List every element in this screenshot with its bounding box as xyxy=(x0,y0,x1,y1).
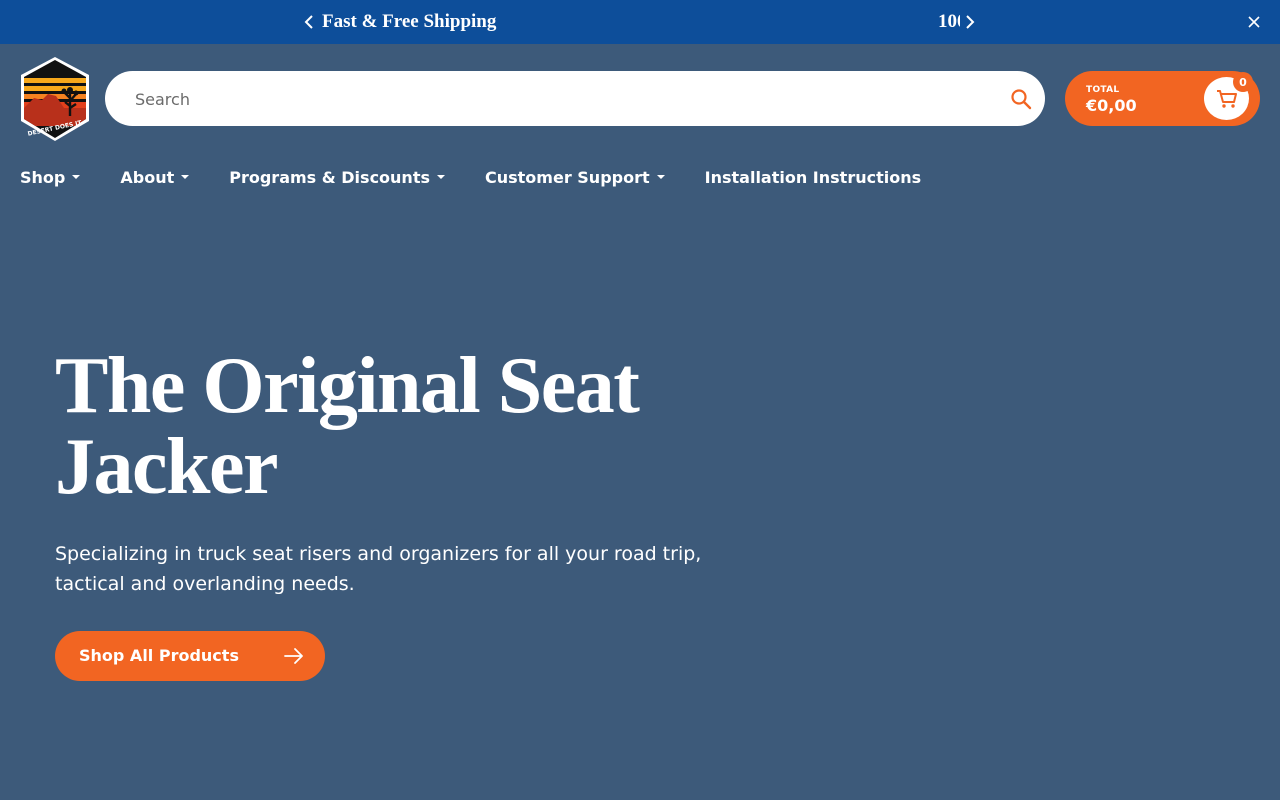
nav-item-label: About xyxy=(120,167,175,187)
cart-button[interactable]: TOTAL €0,00 0 xyxy=(1065,71,1260,126)
chevron-right-icon[interactable] xyxy=(960,12,980,32)
nav-item-programs-discounts[interactable]: Programs & Discounts xyxy=(229,168,445,187)
nav-item-label: Shop xyxy=(20,167,66,187)
nav-item-about[interactable]: About xyxy=(120,167,190,187)
nav-item-shop[interactable]: Shop xyxy=(20,167,81,187)
nav-item-label: Customer Support xyxy=(485,167,650,187)
nav-item-label: Installation Instructions xyxy=(704,167,922,187)
announcement-message: Fast & Free Shipping xyxy=(322,11,497,32)
caret-down-icon xyxy=(656,175,665,179)
caret-down-icon xyxy=(437,175,445,179)
hero-subtitle: Specializing in truck seat risers and or… xyxy=(55,543,702,595)
caret-down-icon xyxy=(181,175,190,179)
shop-all-products-button[interactable]: Shop All Products xyxy=(55,631,325,681)
announcement-message-next: 100 xyxy=(938,11,960,32)
main-nav: Shop About Programs & Discounts Customer… xyxy=(20,166,961,188)
cta-label: Shop All Products xyxy=(79,646,239,665)
search-input[interactable] xyxy=(133,71,997,128)
announcement-bar: Fast & Free Shipping 100 xyxy=(0,0,1280,44)
cart-total-label: TOTAL xyxy=(1086,85,1120,95)
arrow-right-icon xyxy=(283,646,305,666)
nav-item-label: Programs & Discounts xyxy=(229,167,430,187)
nav-item-customer-support[interactable]: Customer Support xyxy=(485,168,665,187)
logo-badge-icon: DESERT DOES IT xyxy=(21,57,89,141)
cart-total-value: €0,00 xyxy=(1086,96,1137,115)
search-bar xyxy=(105,71,1045,128)
caret-down-icon xyxy=(72,175,81,179)
nav-item-installation-instructions[interactable]: Installation Instructions xyxy=(705,168,921,187)
logo[interactable]: DESERT DOES IT xyxy=(20,56,90,142)
hero-title: The Original Seat Jacker xyxy=(55,342,640,511)
search-icon[interactable] xyxy=(1009,87,1033,111)
chevron-left-icon[interactable] xyxy=(299,12,319,32)
close-icon[interactable] xyxy=(1246,14,1262,30)
cart-count-badge: 0 xyxy=(1233,72,1253,92)
